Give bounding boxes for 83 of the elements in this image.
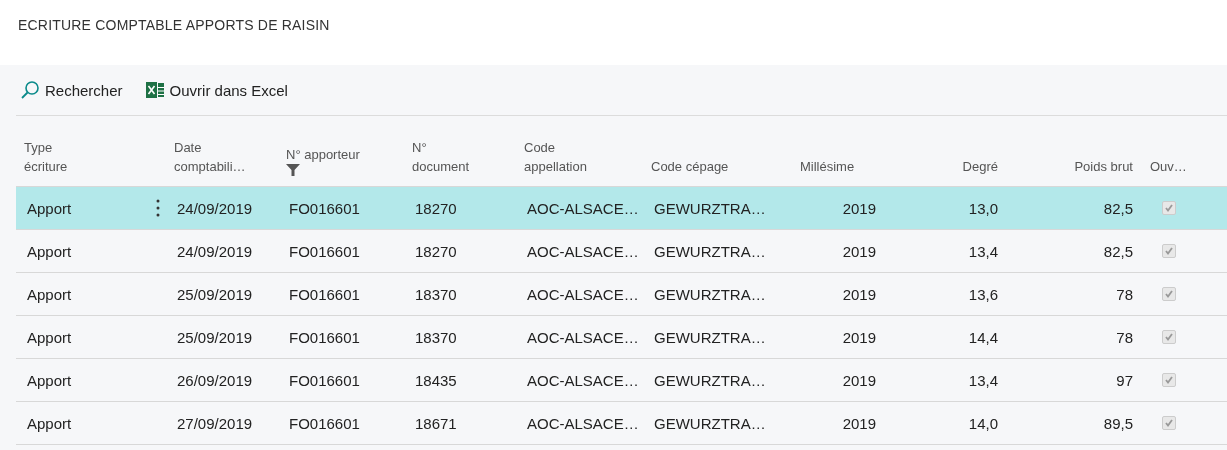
table-cell-text: 25/09/2019	[176, 328, 254, 346]
table-cell-text: 78	[1115, 285, 1134, 303]
table-cell-text: Apport	[26, 414, 72, 432]
table-cell-text: FO016601	[288, 285, 361, 303]
table-cell-text: GEWURZTRA…	[653, 371, 767, 389]
table-cell-text: 18370	[414, 328, 458, 346]
table-cell-text: Apport	[26, 199, 72, 217]
table-cell-text: GEWURZTRA…	[653, 414, 767, 432]
table-cell-text: FO016601	[288, 242, 361, 260]
column-header[interactable]: Degré	[962, 157, 998, 176]
checkbox[interactable]	[1162, 244, 1176, 258]
page-title: ECRITURE COMPTABLE APPORTS DE RAISIN	[17, 16, 331, 35]
table-cell-text: 82,5	[1102, 242, 1134, 260]
checkbox[interactable]	[1162, 201, 1176, 215]
spreadsheet-icon	[144, 80, 165, 100]
table-cell-text: 82,5	[1102, 199, 1134, 217]
column-header[interactable]: Millésime	[800, 157, 855, 176]
filter-icon	[286, 164, 300, 176]
table-cell-text: 18435	[414, 371, 458, 389]
column-header[interactable]: Ouv…	[1150, 157, 1187, 176]
table-cell-text: GEWURZTRA…	[653, 199, 767, 217]
more-options-icon[interactable]	[156, 199, 160, 217]
table-cell-text: 26/09/2019	[176, 371, 254, 389]
table-cell-text: 78	[1115, 328, 1134, 346]
search-icon	[20, 80, 40, 100]
excel-button[interactable]: Ouvrir dans Excel	[140, 74, 292, 106]
table-cell-text: FO016601	[288, 199, 361, 217]
column-header[interactable]: Code cépage	[651, 157, 729, 176]
table-cell-text: AOC-ALSACE…	[526, 199, 640, 217]
table-cell-text: AOC-ALSACE…	[526, 328, 640, 346]
table-row[interactable]: Apport 25/09/2019 FO016601 18370 AOC-ALSACE… GEWURZTRA… 2019 14,4 78	[16, 316, 1227, 359]
table-cell-text: Apport	[26, 242, 72, 260]
table-cell-text: Apport	[26, 328, 72, 346]
table-cell-text: 14,0	[967, 414, 999, 432]
table-row[interactable]: Apport 27/09/2019 FO016601 18671 AOC-ALSACE… GEWURZTRA… 2019 14,0 89,5	[16, 402, 1227, 445]
table-cell-text: 89,5	[1102, 414, 1134, 432]
column-header[interactable]: Type écriture	[24, 138, 68, 176]
table-cell-text: GEWURZTRA…	[653, 242, 767, 260]
table-cell-text: 97	[1115, 371, 1134, 389]
checkbox[interactable]	[1162, 330, 1176, 344]
table-cell-text: 18671	[414, 414, 458, 432]
table-cell-text: 24/09/2019	[176, 242, 254, 260]
table-row[interactable]: Apport 24/09/2019 FO016601 18270 AOC-ALSACE… GEWURZTRA… 2019 13,0 82,5	[16, 187, 1227, 230]
table-cell-text: 18270	[414, 199, 458, 217]
table-cell-text: 2019	[841, 199, 877, 217]
table-cell-text: Apport	[26, 285, 72, 303]
table-cell-text: AOC-ALSACE…	[526, 414, 640, 432]
table-row[interactable]: Apport 26/09/2019 FO016601 18435 AOC-ALSACE… GEWURZTRA… 2019 13,4 97	[16, 359, 1227, 402]
column-header[interactable]: Code appellation	[524, 138, 587, 176]
table-cell-text: FO016601	[288, 328, 361, 346]
table-cell-text: 13,4	[967, 242, 999, 260]
checkbox[interactable]	[1162, 287, 1176, 301]
table-cell-text: 24/09/2019	[176, 199, 254, 217]
table-cell-text: 13,6	[967, 285, 999, 303]
table-cell-text: FO016601	[288, 414, 361, 432]
table-cell-text: 18370	[414, 285, 458, 303]
table-cell-text: GEWURZTRA…	[653, 285, 767, 303]
table-cell-text: Apport	[26, 371, 72, 389]
table-cell-text: 2019	[841, 371, 877, 389]
table-cell-text: 13,4	[967, 371, 999, 389]
table-cell-text: 25/09/2019	[176, 285, 254, 303]
checkbox[interactable]	[1162, 373, 1176, 387]
table-cell-text: GEWURZTRA…	[653, 328, 767, 346]
table-cell-text: FO016601	[288, 371, 361, 389]
table-cell-text: 18270	[414, 242, 458, 260]
table-cell-text: AOC-ALSACE…	[526, 285, 640, 303]
table-cell-text: 13,0	[967, 199, 999, 217]
table-row[interactable]: Apport 25/09/2019 FO016601 18370 AOC-ALSACE… GEWURZTRA… 2019 13,6 78	[16, 273, 1227, 316]
table-cell-text: 14,4	[967, 328, 999, 346]
table-cell-text: 27/09/2019	[176, 414, 254, 432]
table-cell-text: 2019	[841, 242, 877, 260]
column-header[interactable]: N° apporteur	[286, 145, 360, 164]
checkbox[interactable]	[1162, 416, 1176, 430]
table-cell-text: 2019	[841, 328, 877, 346]
column-header[interactable]: N° document	[412, 138, 470, 176]
table-row[interactable]: Apport 24/09/2019 FO016601 18270 AOC-ALSACE… GEWURZTRA… 2019 13,4 82,5	[16, 230, 1227, 273]
table-cell-text: AOC-ALSACE…	[526, 371, 640, 389]
column-header[interactable]: Poids brut	[1074, 157, 1133, 176]
column-header[interactable]: Date comptabili…	[174, 138, 246, 176]
table-cell-text: 2019	[841, 285, 877, 303]
table-cell-text: 2019	[841, 414, 877, 432]
search-button[interactable]: Rechercher	[16, 74, 127, 106]
table-cell-text: AOC-ALSACE…	[526, 242, 640, 260]
